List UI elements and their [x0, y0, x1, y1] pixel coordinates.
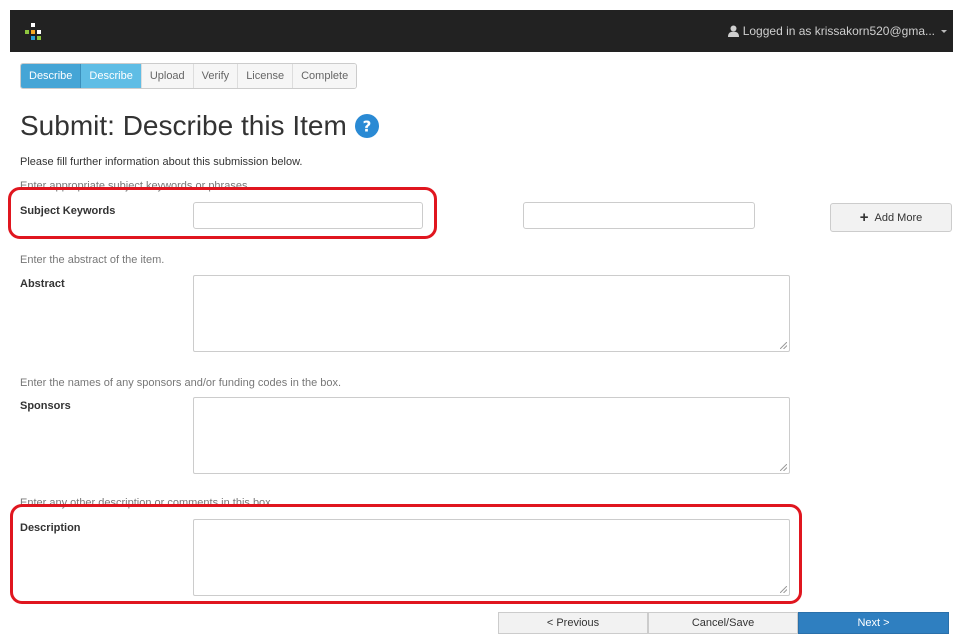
subject-hint: Enter appropriate subject keywords or ph…	[20, 180, 251, 192]
description-label: Description	[20, 522, 81, 534]
step-upload[interactable]: Upload	[141, 64, 194, 88]
description-hint: Enter any other description or comments …	[20, 497, 274, 509]
step-license[interactable]: License	[238, 64, 294, 88]
svg-text:?: ?	[362, 118, 371, 136]
resize-grip-icon[interactable]	[780, 342, 787, 349]
abstract-hint: Enter the abstract of the item.	[20, 254, 165, 266]
previous-button[interactable]: < Previous	[498, 612, 648, 634]
page-title-text: Submit: Describe this Item	[20, 110, 347, 141]
subject-keywords-input-1[interactable]	[193, 202, 423, 229]
chevron-down-icon[interactable]	[941, 29, 947, 33]
intro-text: Please fill further information about th…	[20, 156, 303, 168]
step-verify[interactable]: Verify	[193, 64, 239, 88]
step-describe-2[interactable]: Describe	[81, 64, 142, 88]
resize-grip-icon[interactable]	[780, 464, 787, 471]
user-icon	[727, 25, 739, 37]
help-icon[interactable]: ?	[354, 114, 379, 138]
cancel-save-button[interactable]: Cancel/Save	[648, 612, 798, 634]
subject-keywords-input-2[interactable]	[523, 202, 755, 229]
sponsors-textarea[interactable]	[193, 397, 790, 474]
add-more-label: Add More	[874, 211, 923, 224]
sponsors-hint: Enter the names of any sponsors and/or f…	[20, 377, 342, 389]
page-title: Submit: Describe this Item ?	[20, 110, 379, 142]
step-complete[interactable]: Complete	[293, 64, 357, 88]
user-menu[interactable]: Logged in as krissakorn520@gma...	[727, 10, 953, 52]
logged-in-text: Logged in as krissakorn520@gma...	[742, 24, 935, 38]
plus-icon: +	[859, 209, 869, 226]
top-navbar: Logged in as krissakorn520@gma...	[10, 10, 953, 52]
resize-grip-icon[interactable]	[780, 586, 787, 593]
abstract-label: Abstract	[20, 278, 65, 290]
abstract-textarea[interactable]	[193, 275, 790, 352]
next-button[interactable]: Next >	[798, 612, 949, 634]
dspace-logo-icon[interactable]	[23, 23, 43, 41]
sponsors-label: Sponsors	[20, 400, 71, 412]
subject-keywords-label: Subject Keywords	[20, 205, 116, 217]
progress-steps: Describe Describe Upload Verify License …	[20, 63, 358, 89]
add-more-button[interactable]: + Add More	[830, 203, 952, 232]
description-textarea[interactable]	[193, 519, 790, 596]
step-describe-1[interactable]: Describe	[21, 64, 82, 88]
